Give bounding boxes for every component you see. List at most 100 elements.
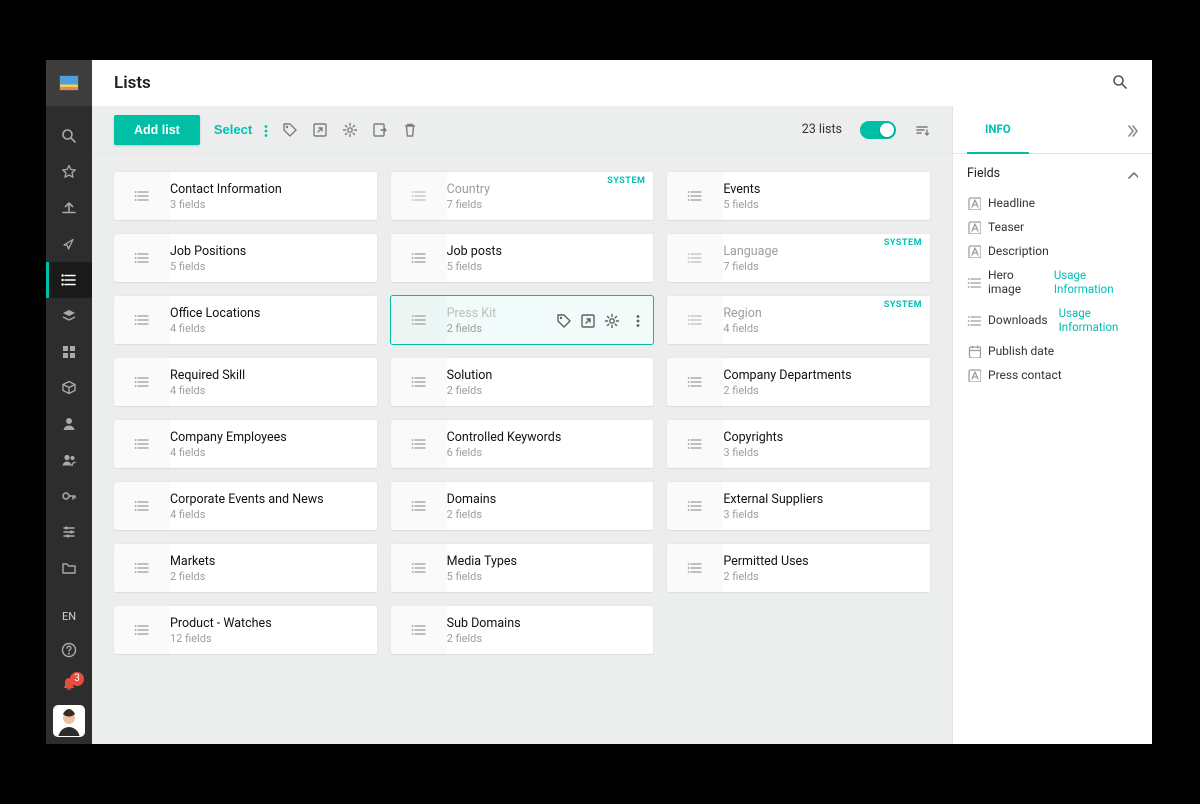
toolbar-tag-icon[interactable] [282, 122, 298, 138]
card-title: Company Departments [723, 368, 851, 383]
list-card[interactable]: Contact Information3 fields [114, 172, 377, 220]
list-card[interactable]: Copyrights3 fields [667, 420, 930, 468]
nav-share[interactable] [46, 226, 92, 262]
nav-grid[interactable] [46, 334, 92, 370]
list-card[interactable]: Controlled Keywords6 fields [391, 420, 654, 468]
tab-info[interactable]: INFO [967, 106, 1029, 154]
list-icon [391, 172, 447, 220]
list-card[interactable]: Corporate Events and News4 fields [114, 482, 377, 530]
nav-upload[interactable] [46, 190, 92, 226]
toolbar-open-icon[interactable] [312, 122, 328, 138]
language-switch[interactable]: EN [46, 600, 92, 632]
list-card[interactable]: Permitted Uses2 fields [667, 544, 930, 592]
card-subtitle: 3 fields [723, 508, 823, 521]
nav-layers[interactable] [46, 298, 92, 334]
list-card[interactable]: Domains2 fields [391, 482, 654, 530]
list-icon [114, 606, 170, 654]
nav-settings[interactable] [46, 514, 92, 550]
select-button[interactable]: Select [214, 122, 268, 137]
card-subtitle: 7 fields [447, 198, 490, 211]
list-card[interactable]: Sub Domains2 fields [391, 606, 654, 654]
list-card[interactable]: Press Kit2 fields [391, 296, 654, 344]
card-title: Controlled Keywords [447, 430, 562, 445]
card-subtitle: 2 fields [447, 508, 497, 521]
nav-users[interactable] [46, 442, 92, 478]
field-row: DownloadsUsage Information [961, 301, 1144, 339]
nav-search[interactable] [46, 118, 92, 154]
list-card[interactable]: Country7 fieldsSYSTEM [391, 172, 654, 220]
card-subtitle: 2 fields [447, 322, 497, 335]
list-card[interactable]: Office Locations4 fields [114, 296, 377, 344]
list-icon [114, 482, 170, 530]
system-tag: SYSTEM [884, 300, 922, 310]
card-subtitle: 2 fields [447, 384, 493, 397]
card-title: Media Types [447, 554, 517, 569]
card-subtitle: 2 fields [447, 632, 521, 645]
sidebar-bottom: EN 3 [46, 600, 92, 744]
body: Add list Select 23 lists C [92, 106, 1152, 744]
header-search-icon[interactable] [1112, 74, 1130, 92]
toolbar-gear-icon[interactable] [342, 122, 358, 138]
list-card[interactable]: Events5 fields [667, 172, 930, 220]
field-label: Publish date [988, 344, 1054, 358]
list-card[interactable]: Markets2 fields [114, 544, 377, 592]
notification-badge: 3 [70, 672, 84, 686]
toolbar-trash-icon[interactable] [402, 122, 418, 138]
card-title: Sub Domains [447, 616, 521, 631]
field-label: Hero image [988, 268, 1043, 296]
sort-icon[interactable] [914, 122, 930, 138]
list-card[interactable]: External Suppliers3 fields [667, 482, 930, 530]
nav-user[interactable] [46, 406, 92, 442]
list-card[interactable]: Job posts5 fields [391, 234, 654, 282]
field-row: Press contact [961, 363, 1144, 387]
card-subtitle: 4 fields [170, 322, 260, 335]
list-card[interactable]: Required Skill4 fields [114, 358, 377, 406]
card-gear-icon[interactable] [603, 312, 619, 328]
avatar[interactable] [54, 706, 84, 736]
view-toggle[interactable] [860, 121, 896, 139]
text-field-icon [967, 220, 981, 234]
card-subtitle: 5 fields [447, 260, 502, 273]
add-list-button[interactable]: Add list [114, 115, 200, 145]
text-field-icon [967, 368, 981, 382]
card-title: Domains [447, 492, 497, 507]
app-logo[interactable] [46, 60, 92, 106]
card-title: Country [447, 182, 490, 197]
cards-scroll: Contact Information3 fields Country7 fiel… [92, 154, 952, 744]
date-field-icon [967, 344, 981, 358]
text-field-icon [967, 244, 981, 258]
card-open-icon[interactable] [579, 312, 595, 328]
fields-section-header[interactable]: Fields [953, 154, 1152, 187]
card-subtitle: 2 fields [723, 384, 851, 397]
list-card[interactable]: Product - Watches12 fields [114, 606, 377, 654]
list-card[interactable]: Company Departments2 fields [667, 358, 930, 406]
collapse-panel-icon[interactable] [1124, 123, 1138, 137]
card-subtitle: 3 fields [723, 446, 783, 459]
list-card[interactable]: Language7 fieldsSYSTEM [667, 234, 930, 282]
app-frame: EN 3 Lists Add list Select [46, 60, 1152, 744]
nav-favorites[interactable] [46, 154, 92, 190]
nav-notifications[interactable]: 3 [46, 668, 92, 700]
list-card[interactable]: Region4 fieldsSYSTEM [667, 296, 930, 344]
field-label: Press contact [988, 368, 1062, 382]
card-tag-icon[interactable] [555, 312, 571, 328]
list-card[interactable]: Job Positions5 fields [114, 234, 377, 282]
nav-keys[interactable] [46, 478, 92, 514]
list-icon [667, 234, 723, 282]
list-icon [667, 420, 723, 468]
usage-link[interactable]: Usage Information [1054, 268, 1138, 296]
list-card[interactable]: Company Employees4 fields [114, 420, 377, 468]
nav-folder[interactable] [46, 550, 92, 586]
usage-link[interactable]: Usage Information [1059, 306, 1138, 334]
list-card[interactable]: Media Types5 fields [391, 544, 654, 592]
card-more-icon[interactable] [627, 312, 643, 328]
nav-packages[interactable] [46, 370, 92, 406]
list-icon [667, 172, 723, 220]
list-card[interactable]: Solution2 fields [391, 358, 654, 406]
list-icon [391, 234, 447, 282]
toolbar-export-icon[interactable] [372, 122, 388, 138]
field-label: Teaser [988, 220, 1024, 234]
field-label: Description [988, 244, 1049, 258]
nav-help[interactable] [46, 632, 92, 668]
nav-lists[interactable] [46, 262, 92, 298]
